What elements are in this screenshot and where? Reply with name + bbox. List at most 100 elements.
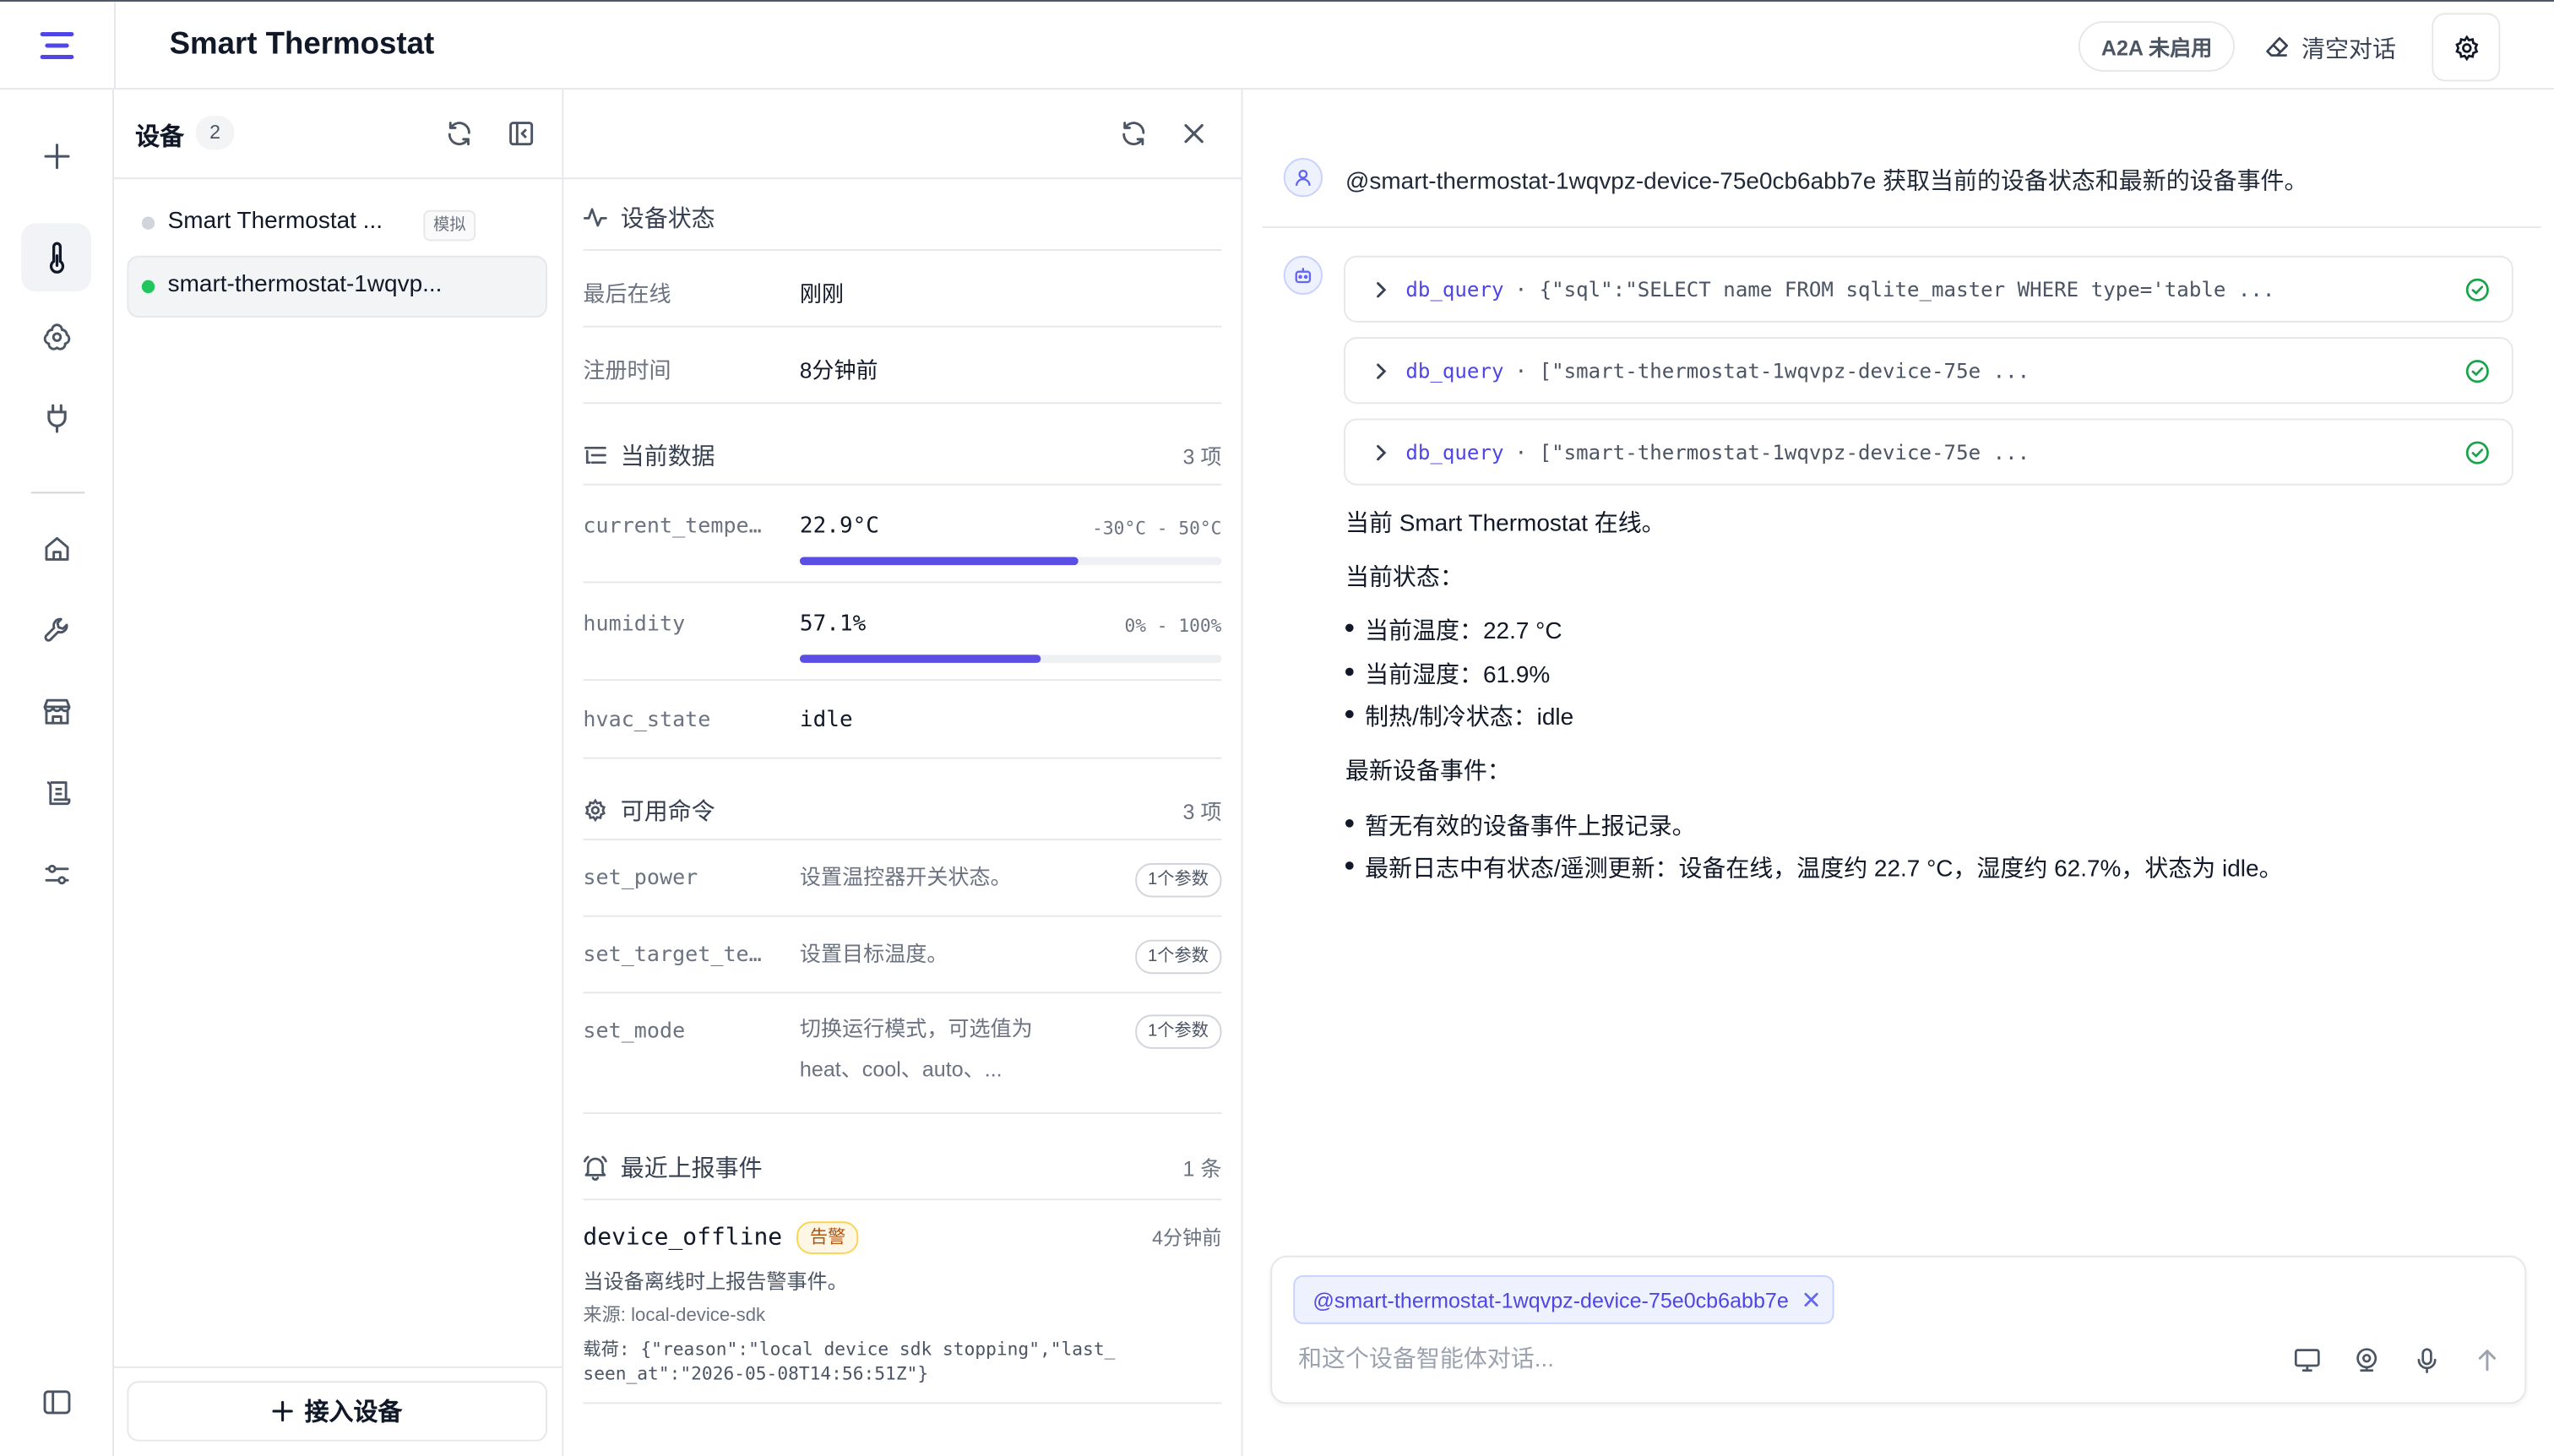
check-circle-icon	[2464, 277, 2491, 303]
toggle-sidebar-button[interactable]	[21, 1368, 91, 1437]
refresh-icon	[1119, 119, 1149, 149]
divider	[113, 1366, 562, 1368]
collapse-panel-button[interactable]	[507, 119, 536, 149]
tool-args: · ["smart-thermostat-1wqvpz-device-75e .…	[1514, 439, 2030, 465]
list-tree-icon	[583, 443, 607, 467]
section-count: 1 条	[1182, 1156, 1222, 1182]
tool-args: · {"sql":"SELECT name FROM sqlite_master…	[1514, 276, 2275, 302]
wrench-icon	[41, 616, 71, 645]
reply-list-item: 暂无有效的设备事件上报记录。	[1345, 807, 1696, 841]
chat-panel: @smart-thermostat-1wqvpz-device-75e0cb6a…	[1242, 90, 2553, 1456]
store-icon	[40, 697, 73, 726]
detail-header	[563, 90, 1242, 180]
device-name: smart-thermostat-1wqvp...	[167, 272, 443, 298]
ai-brain-icon	[40, 321, 73, 354]
page-title: Smart Thermostat	[169, 27, 435, 62]
command-description: 切换运行模式，可选值为 heat、cool、auto、...	[799, 1016, 1033, 1082]
nav-rail	[0, 90, 114, 1456]
tool-name: db_query	[1405, 439, 1504, 465]
refresh-detail-button[interactable]	[1119, 119, 1149, 149]
nav-store[interactable]	[21, 677, 91, 746]
close-icon	[1181, 121, 1207, 147]
connect-device-label: 接入设备	[304, 1399, 403, 1427]
camera-icon[interactable]	[2349, 1342, 2384, 1377]
tool-call-card[interactable]: db_query · {"sql":"SELECT name FROM sqli…	[1344, 255, 2513, 323]
metric-progress-bar	[799, 655, 1222, 663]
param-count-badge: 1个参数	[1134, 1014, 1222, 1049]
section-count: 3 项	[1182, 798, 1222, 823]
mention-chip[interactable]: @smart-thermostat-1wqvpz-device-75e0cb6a…	[1293, 1274, 1834, 1324]
metric-value: 57.1%	[799, 611, 867, 638]
status-key: 注册时间	[583, 358, 671, 383]
a2a-status-badge[interactable]: A2A 未启用	[2078, 21, 2236, 72]
alert-level-badge: 告警	[796, 1221, 859, 1254]
command-row[interactable]: set_power 设置温控器开关状态。 1个参数	[583, 840, 1222, 917]
mention-text: @smart-thermostat-1wqvpz-device-75e0cb6a…	[1312, 1287, 1789, 1312]
device-status-section-header: 设备状态	[583, 186, 1222, 251]
menu-icon[interactable]	[33, 24, 82, 70]
remove-mention-icon[interactable]	[1803, 1291, 1819, 1307]
check-circle-icon	[2464, 440, 2491, 466]
divider	[30, 492, 85, 494]
settings-button[interactable]	[2432, 13, 2501, 82]
nav-home[interactable]	[21, 514, 91, 583]
param-count-badge: 1个参数	[1134, 939, 1222, 975]
command-row[interactable]: set_target_te… 设置目标温度。 1个参数	[583, 917, 1222, 994]
device-name: Smart Thermostat ...	[167, 208, 383, 235]
command-description: 设置目标温度。	[799, 941, 948, 966]
online-status-dot	[141, 280, 155, 294]
current-data-section-header: 当前数据 3 项	[583, 425, 1222, 486]
close-detail-button[interactable]	[1181, 121, 1207, 147]
gear-icon	[583, 797, 607, 822]
event-payload: 载荷: {"reason":"local device sdk stopping…	[583, 1339, 1116, 1361]
device-list-header: 设备 2	[113, 90, 562, 180]
activity-icon	[583, 205, 607, 230]
device-list-item[interactable]: Smart Thermostat ... 模拟	[127, 193, 547, 254]
nav-tools[interactable]	[21, 596, 91, 665]
nav-devices[interactable]	[21, 223, 91, 292]
event-item[interactable]: device_offline 告警 4分钟前 当设备离线时上报告警事件。 来源: …	[583, 1200, 1222, 1404]
status-value: 刚刚	[799, 281, 844, 307]
device-list-item-selected[interactable]: smart-thermostat-1wqvp...	[127, 255, 547, 318]
event-payload-cont: seen_at":"2026-05-08T14:56:51Z"}	[583, 1363, 929, 1385]
nav-settings[interactable]	[21, 840, 91, 909]
nav-logs[interactable]	[21, 759, 91, 828]
collapse-left-icon	[507, 119, 536, 149]
reply-text: 当前 Smart Thermostat 在线。	[1345, 511, 1666, 538]
status-dot	[141, 216, 155, 230]
refresh-devices-button[interactable]	[444, 119, 474, 149]
tool-call-card[interactable]: db_query · ["smart-thermostat-1wqvpz-dev…	[1344, 337, 2513, 405]
event-description: 当设备离线时上报告警事件。	[583, 1270, 848, 1294]
refresh-icon	[444, 119, 474, 149]
user-message: @smart-thermostat-1wqvpz-device-75e0cb6a…	[1262, 90, 2541, 228]
send-button[interactable]	[2470, 1342, 2505, 1377]
new-button[interactable]	[21, 122, 91, 191]
screen-share-icon[interactable]	[2289, 1342, 2324, 1377]
tool-name: db_query	[1405, 358, 1504, 383]
tool-call-card[interactable]: db_query · ["smart-thermostat-1wqvpz-dev…	[1344, 418, 2513, 486]
command-name: set_power	[583, 866, 698, 891]
metric-row: humidity 57.1% 0% - 100%	[583, 583, 1222, 682]
bot-icon	[1293, 265, 1312, 285]
divider	[113, 1, 116, 91]
plug-icon	[41, 402, 71, 435]
metric-range: -30°C - 50°C	[1092, 518, 1222, 540]
microphone-icon[interactable]	[2409, 1342, 2444, 1377]
events-section-header: 最近上报事件 1 条	[583, 1135, 1222, 1201]
reply-list-item: 当前温度：22.7 °C	[1345, 612, 1562, 646]
nav-ai[interactable]	[21, 303, 91, 372]
status-row: 注册时间 8分钟前	[583, 328, 1222, 405]
nav-plugins[interactable]	[21, 384, 91, 453]
command-name: set_mode	[583, 1019, 686, 1045]
section-title: 可用命令	[620, 798, 715, 825]
event-source: 来源: local-device-sdk	[583, 1306, 766, 1326]
plus-icon	[272, 1400, 293, 1422]
chat-input[interactable]	[1298, 1340, 2211, 1380]
connect-device-button[interactable]: 接入设备	[127, 1381, 547, 1442]
command-row[interactable]: set_mode 切换运行模式，可选值为 heat、cool、auto、... …	[583, 993, 1222, 1115]
reply-heading: 当前状态：	[1345, 565, 1464, 592]
home-icon	[41, 535, 71, 564]
thermometer-icon	[41, 241, 71, 274]
status-row: 最后在线 刚刚	[583, 251, 1222, 328]
clear-chat-button[interactable]: 清空对话	[2264, 24, 2396, 70]
